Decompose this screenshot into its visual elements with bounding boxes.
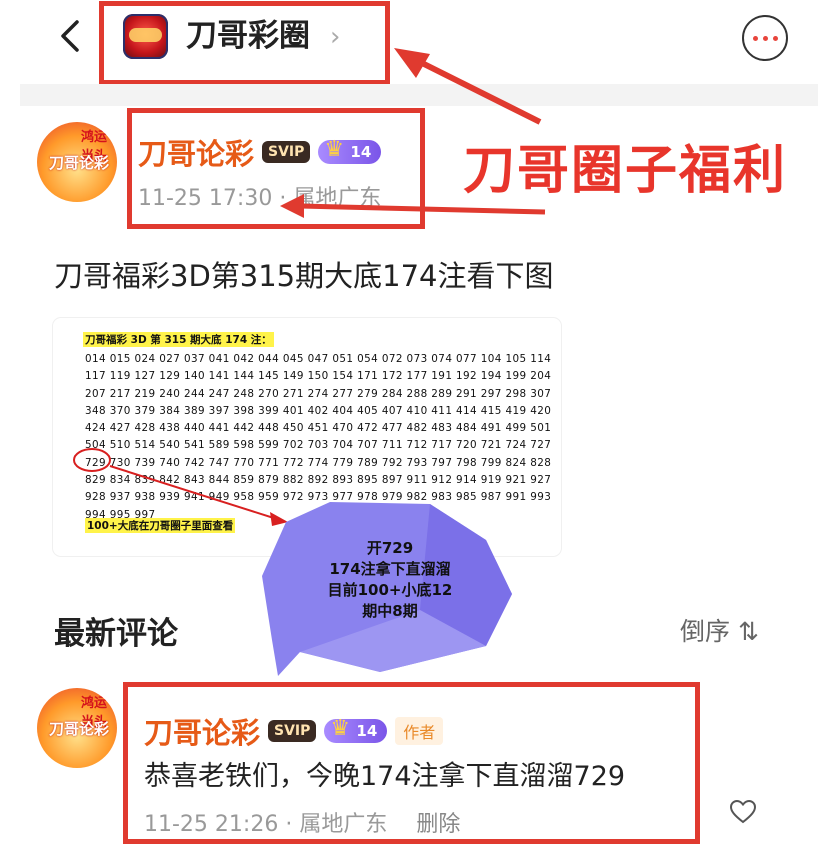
bubble-line: 目前100+小底12 xyxy=(327,581,453,599)
bubble-line: 174注拿下直溜溜 xyxy=(329,560,451,578)
comments-section-title: 最新评论 xyxy=(54,616,178,652)
number-circle-highlight xyxy=(73,448,111,472)
bubble-line: 开729 xyxy=(366,539,414,557)
comment-author-avatar[interactable]: 鸿运当头 刀哥论彩 xyxy=(37,688,117,768)
avatar-text-mid: 刀哥论彩 xyxy=(49,720,110,738)
highlight-box-comment xyxy=(123,682,700,844)
sort-toggle[interactable]: 倒序 ⇅ xyxy=(680,612,759,648)
bubble-line: 期中8期 xyxy=(362,602,418,620)
pointer-line xyxy=(109,465,281,521)
bubble-text: 开729 174注拿下直溜溜 目前100+小底12 期中8期 xyxy=(305,538,475,622)
heart-icon[interactable] xyxy=(730,800,756,824)
